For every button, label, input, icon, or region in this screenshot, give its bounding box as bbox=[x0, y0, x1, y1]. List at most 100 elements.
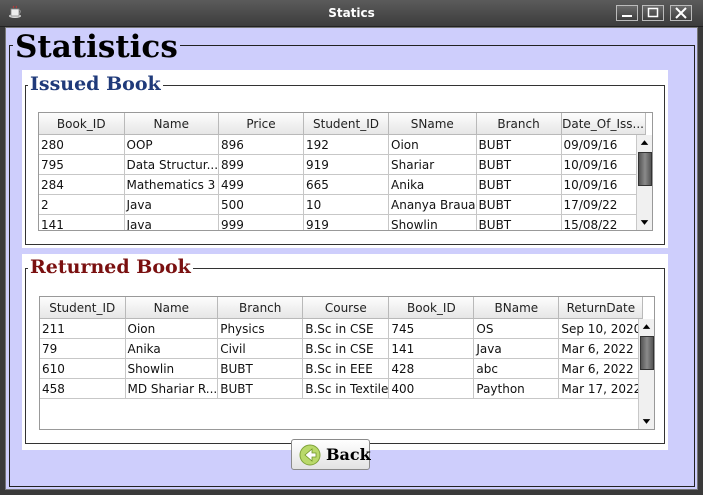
returned-column-header[interactable]: Student_ID bbox=[40, 297, 126, 319]
table-cell[interactable]: 15/08/22 bbox=[561, 214, 646, 230]
table-row[interactable]: 795 Data Structur... 899 919 Shariar BUBT 10/0… bbox=[39, 154, 646, 175]
table-cell[interactable]: B.Sc in Textile bbox=[302, 378, 390, 399]
table-cell[interactable]: 665 bbox=[303, 174, 390, 195]
table-cell[interactable]: B.Sc in CSE bbox=[302, 318, 390, 339]
table-cell[interactable]: 899 bbox=[218, 154, 305, 175]
table-cell[interactable]: BUBT bbox=[476, 174, 562, 195]
table-cell[interactable]: 17/09/22 bbox=[561, 194, 646, 215]
table-cell[interactable]: Oion bbox=[125, 318, 219, 339]
table-cell[interactable]: 192 bbox=[303, 134, 390, 155]
title-bar[interactable]: Statics bbox=[0, 0, 703, 27]
table-cell[interactable]: 919 bbox=[303, 154, 390, 175]
issued-column-header[interactable]: Book_ID bbox=[39, 113, 125, 135]
issued-column-header[interactable]: Name bbox=[124, 113, 220, 135]
scroll-up-icon[interactable] bbox=[637, 135, 652, 151]
table-cell[interactable]: B.Sc in CSE bbox=[302, 338, 390, 359]
returned-column-header[interactable]: ReturnDate bbox=[558, 297, 644, 319]
issued-table-scrollbar[interactable] bbox=[636, 135, 652, 230]
scroll-down-icon[interactable] bbox=[639, 413, 654, 429]
table-cell[interactable]: 745 bbox=[388, 318, 475, 339]
table-cell[interactable]: BUBT bbox=[476, 214, 562, 230]
table-row[interactable]: 284 Mathematics 3 499 665 Anika BUBT 10/09/16 bbox=[39, 174, 646, 195]
issued-column-header[interactable]: SName bbox=[388, 113, 477, 135]
table-cell[interactable]: 610 bbox=[40, 358, 126, 379]
table-cell[interactable]: B.Sc in EEE bbox=[302, 358, 390, 379]
table-cell[interactable]: Data Structur... bbox=[124, 154, 220, 175]
table-cell[interactable]: OS bbox=[473, 318, 560, 339]
table-cell[interactable]: Mar 6, 2022 bbox=[558, 338, 644, 359]
table-row[interactable]: 458 MD Shariar R... BUBT B.Sc in Textile 400… bbox=[40, 378, 644, 399]
table-cell[interactable]: abc bbox=[473, 358, 560, 379]
table-cell[interactable]: Ananya Braua bbox=[388, 194, 477, 215]
table-cell[interactable]: Anika bbox=[388, 174, 477, 195]
table-cell[interactable]: BUBT bbox=[476, 194, 562, 215]
returned-book-table[interactable]: Student_ID Name Branch Course Book_ID BName Re… bbox=[39, 296, 655, 430]
maximize-button[interactable] bbox=[642, 5, 664, 21]
table-cell[interactable]: 896 bbox=[218, 134, 305, 155]
scroll-thumb[interactable] bbox=[640, 336, 654, 370]
table-cell[interactable]: BUBT bbox=[217, 378, 304, 399]
table-cell[interactable]: Oion bbox=[388, 134, 477, 155]
issued-column-header[interactable]: Date_Of_Iss... bbox=[561, 113, 646, 135]
scroll-up-icon[interactable] bbox=[639, 319, 654, 335]
table-row[interactable]: 2 Java 500 10 Ananya Braua BUBT 17/09/22 bbox=[39, 194, 646, 215]
table-cell[interactable]: Java bbox=[124, 214, 220, 230]
table-cell[interactable]: Mar 6, 2022 bbox=[558, 358, 644, 379]
issued-column-header[interactable]: Branch bbox=[476, 113, 562, 135]
table-cell[interactable]: BUBT bbox=[476, 134, 562, 155]
table-cell[interactable]: 458 bbox=[40, 378, 126, 399]
table-cell[interactable]: BUBT bbox=[476, 154, 562, 175]
table-cell[interactable]: Physics bbox=[217, 318, 304, 339]
close-button[interactable] bbox=[670, 5, 692, 21]
issued-column-header[interactable]: Price bbox=[218, 113, 305, 135]
back-button[interactable]: Back bbox=[291, 439, 371, 470]
table-cell[interactable]: Java bbox=[473, 338, 560, 359]
table-cell[interactable]: OOP bbox=[124, 134, 220, 155]
table-cell[interactable]: Showlin bbox=[125, 358, 219, 379]
table-cell[interactable]: Showlin bbox=[388, 214, 477, 230]
returned-column-header[interactable]: Branch bbox=[217, 297, 304, 319]
scroll-thumb[interactable] bbox=[638, 152, 652, 186]
table-row[interactable]: 141 Java 999 919 Showlin BUBT 15/08/22 bbox=[39, 214, 646, 230]
table-cell[interactable]: 795 bbox=[39, 154, 125, 175]
table-cell[interactable]: Sep 10, 2020 bbox=[558, 318, 644, 339]
table-cell[interactable]: 10/09/16 bbox=[561, 154, 646, 175]
table-cell[interactable]: 211 bbox=[40, 318, 126, 339]
table-cell[interactable]: 400 bbox=[388, 378, 475, 399]
table-cell[interactable]: BUBT bbox=[217, 358, 304, 379]
table-row[interactable]: 610 Showlin BUBT B.Sc in EEE 428 abc Mar 6, 20… bbox=[40, 358, 644, 379]
table-cell[interactable]: Shariar bbox=[388, 154, 477, 175]
table-cell[interactable]: 999 bbox=[218, 214, 305, 230]
table-cell[interactable]: 500 bbox=[218, 194, 305, 215]
table-cell[interactable]: 284 bbox=[39, 174, 125, 195]
table-cell[interactable]: Paython bbox=[473, 378, 560, 399]
table-cell[interactable]: MD Shariar R... bbox=[125, 378, 219, 399]
returned-table-scrollbar[interactable] bbox=[638, 319, 654, 429]
table-cell[interactable]: Java bbox=[124, 194, 220, 215]
issued-book-table[interactable]: Book_ID Name Price Student_ID SName Branch Dat… bbox=[38, 112, 653, 231]
table-cell[interactable]: 428 bbox=[388, 358, 475, 379]
table-cell[interactable]: Mar 17, 2022 bbox=[558, 378, 644, 399]
table-cell[interactable]: 141 bbox=[388, 338, 475, 359]
table-cell[interactable]: 919 bbox=[303, 214, 390, 230]
table-cell[interactable]: 499 bbox=[218, 174, 305, 195]
table-row[interactable]: 79 Anika Civil B.Sc in CSE 141 Java Mar 6, 202… bbox=[40, 338, 644, 359]
table-cell[interactable]: Civil bbox=[217, 338, 304, 359]
minimize-button[interactable] bbox=[616, 5, 638, 21]
returned-column-header[interactable]: Name bbox=[125, 297, 219, 319]
table-cell[interactable]: 79 bbox=[40, 338, 126, 359]
table-cell[interactable]: 09/09/16 bbox=[561, 134, 646, 155]
table-row[interactable]: 211 Oion Physics B.Sc in CSE 745 OS Sep 10, 20… bbox=[40, 318, 644, 339]
scroll-down-icon[interactable] bbox=[637, 214, 652, 230]
returned-column-header[interactable]: Book_ID bbox=[388, 297, 475, 319]
table-cell[interactable]: Anika bbox=[125, 338, 219, 359]
table-cell[interactable]: 10/09/16 bbox=[561, 174, 646, 195]
issued-column-header[interactable]: Student_ID bbox=[303, 113, 390, 135]
returned-column-header[interactable]: BName bbox=[473, 297, 560, 319]
table-cell[interactable]: 10 bbox=[303, 194, 390, 215]
table-cell[interactable]: Mathematics 3 bbox=[124, 174, 220, 195]
table-cell[interactable]: 141 bbox=[39, 214, 125, 230]
table-row[interactable]: 280 OOP 896 192 Oion BUBT 09/09/16 bbox=[39, 134, 646, 155]
table-cell[interactable]: 280 bbox=[39, 134, 125, 155]
returned-column-header[interactable]: Course bbox=[302, 297, 390, 319]
